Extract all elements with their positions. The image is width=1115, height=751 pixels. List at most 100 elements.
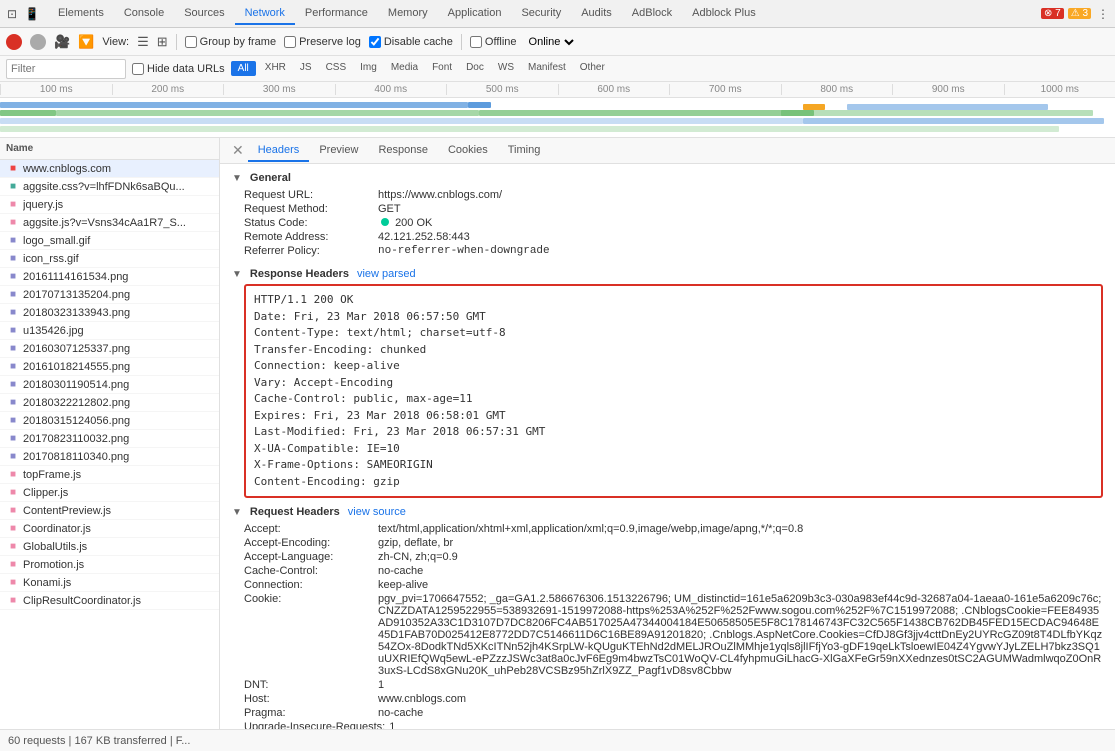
status-ok-indicator [381,218,389,226]
file-item-6[interactable]: ■20161114161534.png [0,268,219,286]
tab-headers[interactable]: Headers [248,140,310,162]
file-name-19: ContentPreview.js [23,505,213,517]
file-item-15[interactable]: ■20170823110032.png [0,430,219,448]
type-manifest-button[interactable]: Manifest [523,61,571,76]
filter-icon[interactable]: 🔽 [78,34,94,50]
file-icon-17: ■ [6,468,20,482]
camera-icon[interactable]: 🎥 [54,34,70,50]
disable-cache-label[interactable]: Disable cache [369,36,453,48]
file-item-22[interactable]: ■Promotion.js [0,556,219,574]
req-header-val-3: no-cache [378,565,423,577]
mobile-icon[interactable]: 📱 [24,6,40,22]
timeline-bars [0,98,1115,138]
file-item-11[interactable]: ■20161018214555.png [0,358,219,376]
req-header-key-7: Host: [244,693,374,705]
search-input[interactable] [6,59,126,79]
file-item-23[interactable]: ■Konami.js [0,574,219,592]
file-item-14[interactable]: ■20180315124056.png [0,412,219,430]
request-url-row: Request URL: https://www.cnblogs.com/ [232,188,1103,202]
type-img-button[interactable]: Img [355,61,382,76]
type-media-button[interactable]: Media [386,61,423,76]
req-header-val-0: text/html,application/xhtml+xml,applicat… [378,523,803,535]
close-detail-button[interactable]: ✕ [228,142,248,159]
file-item-9[interactable]: ■u135426.jpg [0,322,219,340]
tab-console[interactable]: Console [114,3,174,25]
file-item-19[interactable]: ■ContentPreview.js [0,502,219,520]
response-headers-section-header[interactable]: ▼ Response Headers view parsed [232,268,1103,280]
throttle-select[interactable]: Online [525,35,577,49]
tab-elements[interactable]: Elements [48,3,114,25]
tab-sources[interactable]: Sources [174,3,234,25]
file-icon-16: ■ [6,450,20,464]
grid-view-icon[interactable]: ⊞ [157,34,168,50]
tab-adblock-plus[interactable]: Adblock Plus [682,3,766,25]
tab-network[interactable]: Network [235,3,295,25]
request-header-row-7: Host:www.cnblogs.com [232,692,1103,706]
request-headers-section-header[interactable]: ▼ Request Headers view source [232,506,1103,518]
file-item-3[interactable]: ■aggsite.js?v=Vsns34cAa1R7_S... [0,214,219,232]
type-font-button[interactable]: Font [427,61,457,76]
more-icon[interactable]: ⋮ [1095,6,1111,22]
type-js-button[interactable]: JS [295,61,317,76]
tab-security[interactable]: Security [511,3,571,25]
tab-performance[interactable]: Performance [295,3,378,25]
tab-cookies[interactable]: Cookies [438,140,498,162]
response-header-line: Last-Modified: Fri, 23 Mar 2018 06:57:31… [254,424,1093,441]
file-item-4[interactable]: ■logo_small.gif [0,232,219,250]
preserve-log-label[interactable]: Preserve log [284,36,361,48]
status-text: 60 requests | 167 KB transferred | F... [8,735,190,747]
disable-cache-checkbox[interactable] [369,36,381,48]
file-name-13: 20180322212802.png [23,397,213,409]
pointer-icon[interactable]: ⊡ [4,6,20,22]
clear-button[interactable] [30,34,46,50]
list-view-icon[interactable]: ☰ [137,34,149,50]
group-by-frame-label[interactable]: Group by frame [185,36,276,48]
tab-response[interactable]: Response [368,140,438,162]
tab-memory[interactable]: Memory [378,3,438,25]
type-all-button[interactable]: All [231,61,256,76]
type-css-button[interactable]: CSS [321,61,352,76]
detail-panel: ✕ Headers Preview Response Cookies Timin… [220,138,1115,729]
file-item-17[interactable]: ■topFrame.js [0,466,219,484]
tab-adblock[interactable]: AdBlock [622,3,682,25]
timeline-section: 100 ms 200 ms 300 ms 400 ms 500 ms 600 m… [0,82,1115,138]
general-toggle: ▼ [232,173,242,184]
file-icon-21: ■ [6,540,20,554]
file-item-10[interactable]: ■20160307125337.png [0,340,219,358]
file-item-8[interactable]: ■20180323133943.png [0,304,219,322]
file-item-13[interactable]: ■20180322212802.png [0,394,219,412]
type-doc-button[interactable]: Doc [461,61,489,76]
view-parsed-link[interactable]: view parsed [357,268,416,280]
file-item-5[interactable]: ■icon_rss.gif [0,250,219,268]
file-item-0[interactable]: ■www.cnblogs.com [0,160,219,178]
preserve-log-checkbox[interactable] [284,36,296,48]
group-by-frame-checkbox[interactable] [185,36,197,48]
file-item-12[interactable]: ■20180301190514.png [0,376,219,394]
file-icon-5: ■ [6,252,20,266]
type-ws-button[interactable]: WS [493,61,519,76]
tab-preview[interactable]: Preview [309,140,368,162]
file-item-1[interactable]: ■aggsite.css?v=lhfFDNk6saBQu... [0,178,219,196]
file-name-15: 20170823110032.png [23,433,213,445]
file-item-21[interactable]: ■GlobalUtils.js [0,538,219,556]
offline-checkbox[interactable] [470,36,482,48]
hide-data-urls-label[interactable]: Hide data URLs [132,63,225,75]
tab-timing[interactable]: Timing [498,140,551,162]
file-item-24[interactable]: ■ClipResultCoordinator.js [0,592,219,610]
type-xhr-button[interactable]: XHR [260,61,291,76]
hide-data-urls-checkbox[interactable] [132,63,144,75]
offline-label[interactable]: Offline [470,36,517,48]
response-header-line: HTTP/1.1 200 OK [254,292,1093,309]
file-item-18[interactable]: ■Clipper.js [0,484,219,502]
detail-content: ▼ General Request URL: https://www.cnblo… [220,164,1115,729]
type-other-button[interactable]: Other [575,61,610,76]
file-item-2[interactable]: ■jquery.js [0,196,219,214]
general-section-header[interactable]: ▼ General [232,172,1103,184]
file-item-20[interactable]: ■Coordinator.js [0,520,219,538]
view-source-link[interactable]: view source [348,506,406,518]
tab-application[interactable]: Application [438,3,512,25]
tab-audits[interactable]: Audits [571,3,622,25]
file-item-16[interactable]: ■20170818110340.png [0,448,219,466]
file-item-7[interactable]: ■20170713135204.png [0,286,219,304]
record-button[interactable] [6,34,22,50]
